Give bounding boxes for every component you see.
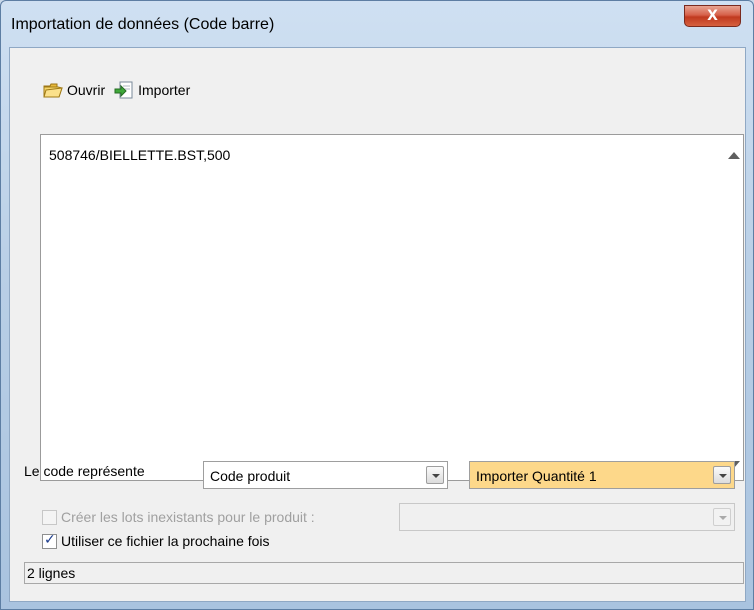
import-button-label: Importer — [138, 82, 191, 98]
import-button[interactable]: Importer — [113, 80, 190, 100]
title-bar[interactable]: Importation de données (Code barre) X — [1, 1, 753, 47]
scroll-up-arrow-icon[interactable] — [728, 152, 740, 159]
open-button-label: Ouvrir — [67, 82, 106, 98]
quantity-mode-value: Importer Quantité 1 — [476, 468, 597, 484]
code-type-value: Code produit — [210, 468, 291, 484]
code-type-select[interactable]: Code produit — [203, 461, 448, 489]
vertical-scrollbar[interactable] — [725, 135, 743, 480]
lot-product-select — [399, 503, 735, 531]
create-lots-label: Créer les lots inexistants pour le produ… — [61, 509, 315, 525]
import-dialog-window: Importation de données (Code barre) X Ou… — [0, 0, 754, 610]
close-button[interactable]: X — [684, 5, 741, 27]
create-lots-option[interactable]: Créer les lots inexistants pour le produ… — [42, 509, 315, 525]
folder-open-icon — [43, 83, 63, 98]
line-count-text: 2 lignes — [27, 565, 76, 581]
dialog-client-area: Ouvrir Importer 508746/BIELLETTE.BST,500… — [9, 47, 746, 602]
toolbar: Ouvrir Importer — [42, 74, 190, 106]
status-bar: 2 lignes — [24, 562, 744, 584]
barcode-text-content: 508746/BIELLETTE.BST,500 — [49, 147, 231, 163]
chevron-down-icon[interactable] — [426, 466, 444, 484]
open-button[interactable]: Ouvrir — [42, 80, 105, 100]
barcode-text-area[interactable]: 508746/BIELLETTE.BST,500 — [40, 134, 744, 481]
window-title: Importation de données (Code barre) — [11, 16, 275, 33]
reuse-file-option[interactable]: Utiliser ce fichier la prochaine fois — [42, 532, 270, 549]
chevron-down-icon[interactable] — [713, 466, 731, 484]
reuse-file-checkbox[interactable] — [42, 532, 57, 549]
import-arrow-icon — [114, 81, 133, 99]
quantity-mode-select[interactable]: Importer Quantité 1 — [469, 461, 735, 489]
reuse-file-label: Utiliser ce fichier la prochaine fois — [61, 533, 270, 549]
chevron-down-icon — [713, 508, 731, 526]
code-type-label: Le code représente — [24, 463, 145, 479]
close-icon: X — [707, 8, 718, 24]
create-lots-checkbox[interactable] — [42, 509, 57, 525]
